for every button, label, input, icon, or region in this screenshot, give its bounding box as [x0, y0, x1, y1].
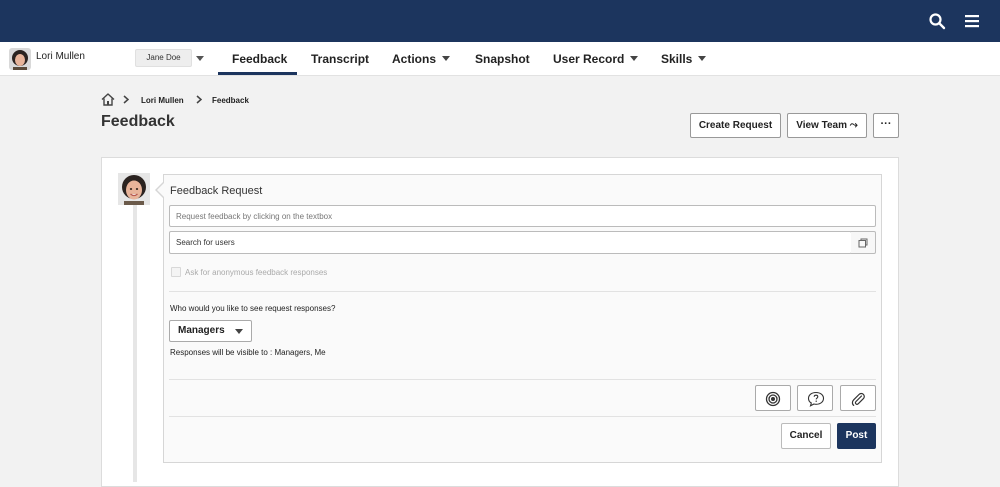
user-avatar[interactable]: [9, 48, 31, 70]
create-request-button[interactable]: Create Request: [690, 113, 781, 138]
divider: [169, 379, 876, 380]
chevron-down-icon[interactable]: [196, 56, 204, 61]
paperclip-icon: [851, 392, 865, 406]
divider: [169, 291, 876, 292]
visibility-select[interactable]: Managers: [169, 320, 252, 342]
top-header-bar: [0, 0, 1000, 42]
search-icon[interactable]: [928, 12, 946, 30]
author-avatar: [118, 173, 150, 205]
anonymous-checkbox[interactable]: [171, 267, 181, 277]
hamburger-menu-icon[interactable]: [964, 12, 982, 30]
speech-bubble-notch-inner: [157, 183, 164, 197]
breadcrumb-current: Feedback: [212, 96, 249, 105]
proxy-user-selector[interactable]: Jane Doe: [135, 49, 192, 67]
anonymous-checkbox-label: Ask for anonymous feedback responses: [185, 268, 328, 277]
form-title: Feedback Request: [170, 185, 263, 197]
attachment-button[interactable]: [840, 385, 876, 411]
tab-feedback[interactable]: Feedback: [232, 52, 287, 66]
breadcrumb-user[interactable]: Lori Mullen: [141, 96, 184, 105]
more-options-button[interactable]: ···: [873, 113, 899, 138]
active-tab-indicator: [218, 72, 297, 75]
question-bubble-icon: [807, 391, 825, 407]
user-picker-button[interactable]: [851, 231, 876, 254]
tab-snapshot[interactable]: Snapshot: [475, 52, 530, 66]
navigation-bar: Lori Mullen Jane Doe Feedback Transcript…: [0, 42, 1000, 76]
visibility-question: Who would you like to see request respon…: [170, 304, 336, 313]
home-icon[interactable]: [101, 93, 115, 106]
page-title: Feedback: [101, 113, 175, 130]
chevron-right-icon: [123, 95, 129, 104]
chevron-right-icon: [196, 95, 202, 104]
question-button[interactable]: [797, 385, 833, 411]
post-button[interactable]: Post: [837, 423, 876, 449]
tab-actions[interactable]: Actions: [392, 52, 451, 66]
chevron-down-icon: [630, 56, 639, 61]
user-search-input[interactable]: [169, 231, 852, 254]
timeline-line: [133, 205, 137, 482]
visibility-summary: Responses will be visible to : Managers,…: [170, 348, 326, 357]
chevron-down-icon: [235, 329, 243, 334]
current-user-name[interactable]: Lori Mullen: [36, 51, 85, 62]
divider: [169, 416, 876, 417]
view-team-button[interactable]: View Team ⤳: [787, 113, 867, 138]
chevron-down-icon: [698, 56, 707, 61]
tab-user-record[interactable]: User Record: [553, 52, 639, 66]
tab-skills[interactable]: Skills: [661, 52, 707, 66]
target-icon: [765, 391, 781, 407]
copy-icon: [858, 238, 868, 248]
chevron-down-icon: [442, 56, 451, 61]
tab-transcript[interactable]: Transcript: [311, 52, 369, 66]
cancel-button[interactable]: Cancel: [781, 423, 831, 449]
goal-target-button[interactable]: [755, 385, 791, 411]
feedback-request-input[interactable]: [169, 205, 876, 227]
